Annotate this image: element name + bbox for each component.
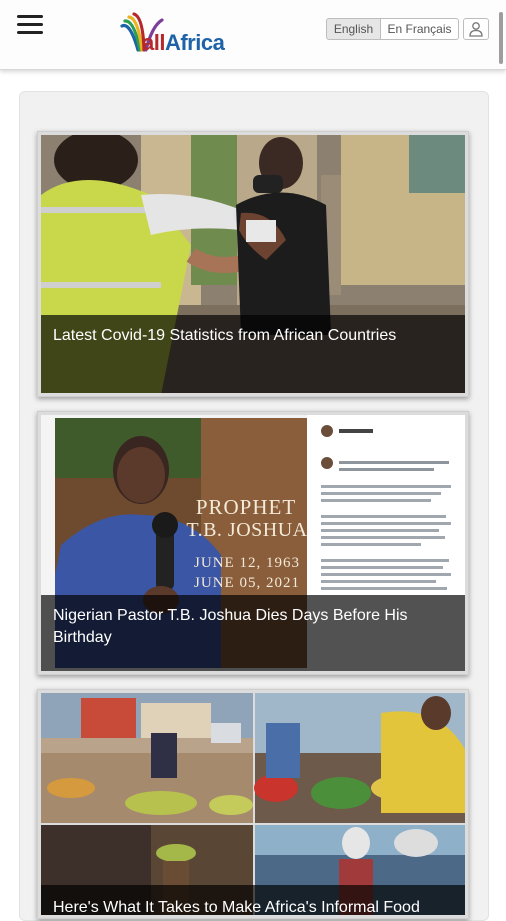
article-title-tb-joshua[interactable]: Nigerian Pastor T.B. Joshua Dies Days Be… [41, 595, 465, 671]
user-account-button[interactable] [463, 18, 489, 40]
scrollbar-thumb[interactable] [499, 12, 503, 64]
article-title-covid[interactable]: Latest Covid-19 Statistics from African … [41, 315, 465, 393]
article-card-covid[interactable]: Latest Covid-19 Statistics from African … [37, 131, 469, 397]
language-french-button[interactable]: En Français [381, 18, 459, 40]
article-image-informal-food: Here's What It Takes to Make Africa's In… [41, 693, 465, 915]
language-english-button[interactable]: English [326, 18, 381, 40]
logo-text-all: all [142, 30, 165, 55]
article-image-covid: Latest Covid-19 Statistics from African … [41, 135, 465, 393]
user-icon [469, 22, 483, 37]
logo-text-africa: Africa [164, 30, 225, 55]
app-header: allAfrica English En Français [0, 0, 506, 70]
hamburger-menu-icon[interactable] [17, 15, 45, 39]
prophet-date-2: JUNE 05, 2021 [194, 575, 300, 591]
prophet-line-2: T.B. JOSHUA [186, 519, 308, 541]
prophet-date-1: JUNE 12, 1963 [194, 555, 300, 571]
article-card-tb-joshua[interactable]: PROPHET T.B. JOSHUA JUNE 12, 1963 JUNE 0… [37, 411, 469, 675]
article-image-tb-joshua: PROPHET T.B. JOSHUA JUNE 12, 1963 JUNE 0… [41, 415, 465, 671]
article-title-informal-food[interactable]: Here's What It Takes to Make Africa's In… [41, 885, 465, 915]
prophet-line-1: PROPHET [195, 495, 297, 519]
article-card-informal-food[interactable]: Here's What It Takes to Make Africa's In… [37, 689, 469, 919]
logo-wordmark[interactable]: allAfrica [142, 30, 225, 56]
